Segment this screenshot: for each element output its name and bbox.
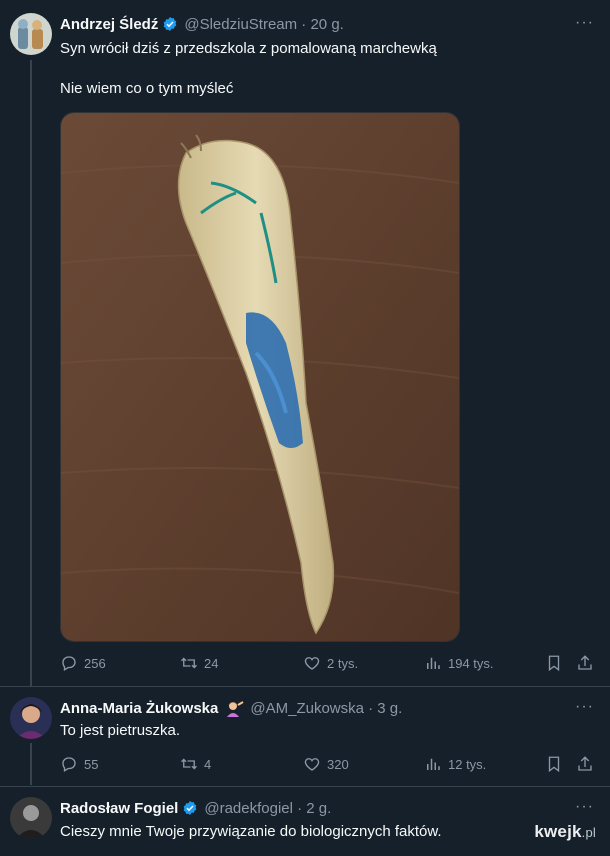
tweet-radoslaw[interactable]: Radosław Fogiel @radekfogiel · 2 g. ··· … [0, 787, 610, 856]
reply-button[interactable]: 55 [60, 755, 98, 773]
thread-line [30, 60, 32, 686]
like-button[interactable]: 2 tys. [303, 654, 358, 672]
tweet-anna-maria[interactable]: Anna-Maria Żukowska @AM_Zukowska · 3 g. … [0, 687, 610, 785]
reply-button[interactable]: 256 [60, 654, 106, 672]
watermark-suffix: .pl [581, 825, 596, 840]
tweet-actions: 55 4 320 12 tys. [60, 755, 595, 777]
author-name[interactable]: Anna-Maria Żukowska [60, 700, 218, 717]
retweet-count: 24 [204, 655, 219, 671]
share-button[interactable] [576, 755, 594, 778]
retweet-button[interactable]: 4 [180, 755, 211, 773]
views-icon [427, 758, 440, 770]
retweet-icon [181, 758, 197, 770]
views-icon [427, 657, 440, 669]
avatar-andrzej[interactable] [10, 13, 52, 55]
tweet-photo[interactable] [60, 112, 460, 642]
avatar-anna-maria[interactable] [10, 697, 52, 739]
tweet-header: Radosław Fogiel @radekfogiel · 2 g. [60, 797, 331, 819]
views-count: 12 tys. [448, 756, 487, 772]
retweet-count: 4 [204, 756, 212, 772]
like-count: 2 tys. [327, 655, 359, 671]
reply-count: 256 [84, 655, 106, 671]
share-icon [578, 655, 592, 670]
more-options-icon[interactable]: ··· [575, 14, 594, 32]
kwejk-watermark: kwejk.pl [534, 822, 596, 842]
reply-icon [62, 757, 76, 772]
like-button[interactable]: 320 [303, 755, 349, 773]
verified-badge-icon [164, 17, 177, 31]
tweet-text: To jest pietruszka. [60, 722, 181, 739]
avatar-radoslaw[interactable] [10, 797, 52, 839]
reply-icon [62, 656, 76, 671]
views-count: 194 tys. [448, 655, 494, 671]
bookmark-icon [548, 756, 560, 773]
author-handle[interactable]: @SledziuStream · 20 g. [184, 16, 343, 33]
verified-badge-icon [184, 801, 197, 815]
more-options-icon[interactable]: ··· [575, 698, 594, 716]
watermark-brand: kwejk [534, 822, 582, 841]
parsley-root-photo [61, 113, 459, 641]
tweet-header: Anna-Maria Żukowska @AM_Zukowska · 3 g. [60, 697, 402, 719]
retweet-button[interactable]: 24 [180, 654, 218, 672]
views-button[interactable]: 12 tys. [424, 755, 486, 773]
retweet-icon [181, 657, 197, 669]
tweet-text: Cieszy mnie Twoje przywiązanie do biolog… [60, 823, 442, 840]
reply-count: 55 [84, 756, 99, 772]
bookmark-icon [548, 655, 560, 672]
author-name[interactable]: Andrzej Śledź [60, 16, 158, 33]
views-button[interactable]: 194 tys. [424, 654, 494, 672]
thread-line [30, 743, 32, 785]
tweet-text-line2: Nie wiem co o tym myśleć [60, 80, 234, 97]
tweet-actions: 256 24 2 tys. 194 tys. [60, 654, 595, 676]
author-handle[interactable]: @radekfogiel · 2 g. [204, 800, 331, 817]
author-handle[interactable]: @AM_Zukowska · 3 g. [250, 700, 402, 717]
share-icon [578, 756, 592, 771]
tweet-header: Andrzej Śledź @SledziuStream · 20 g. [60, 13, 344, 35]
bookmark-button[interactable] [545, 654, 563, 677]
more-options-icon[interactable]: ··· [575, 798, 594, 816]
tweet-andrzej[interactable]: Andrzej Śledź @SledziuStream · 20 g. ···… [0, 0, 610, 686]
author-name[interactable]: Radosław Fogiel [60, 800, 178, 817]
like-icon [304, 758, 320, 771]
like-count: 320 [327, 756, 349, 772]
bookmark-button[interactable] [545, 755, 563, 778]
like-icon [304, 657, 320, 670]
woman-emoji-icon [227, 701, 244, 717]
share-button[interactable] [576, 654, 594, 677]
tweet-text-line1: Syn wrócił dziś z przedszkola z pomalowa… [60, 40, 437, 57]
